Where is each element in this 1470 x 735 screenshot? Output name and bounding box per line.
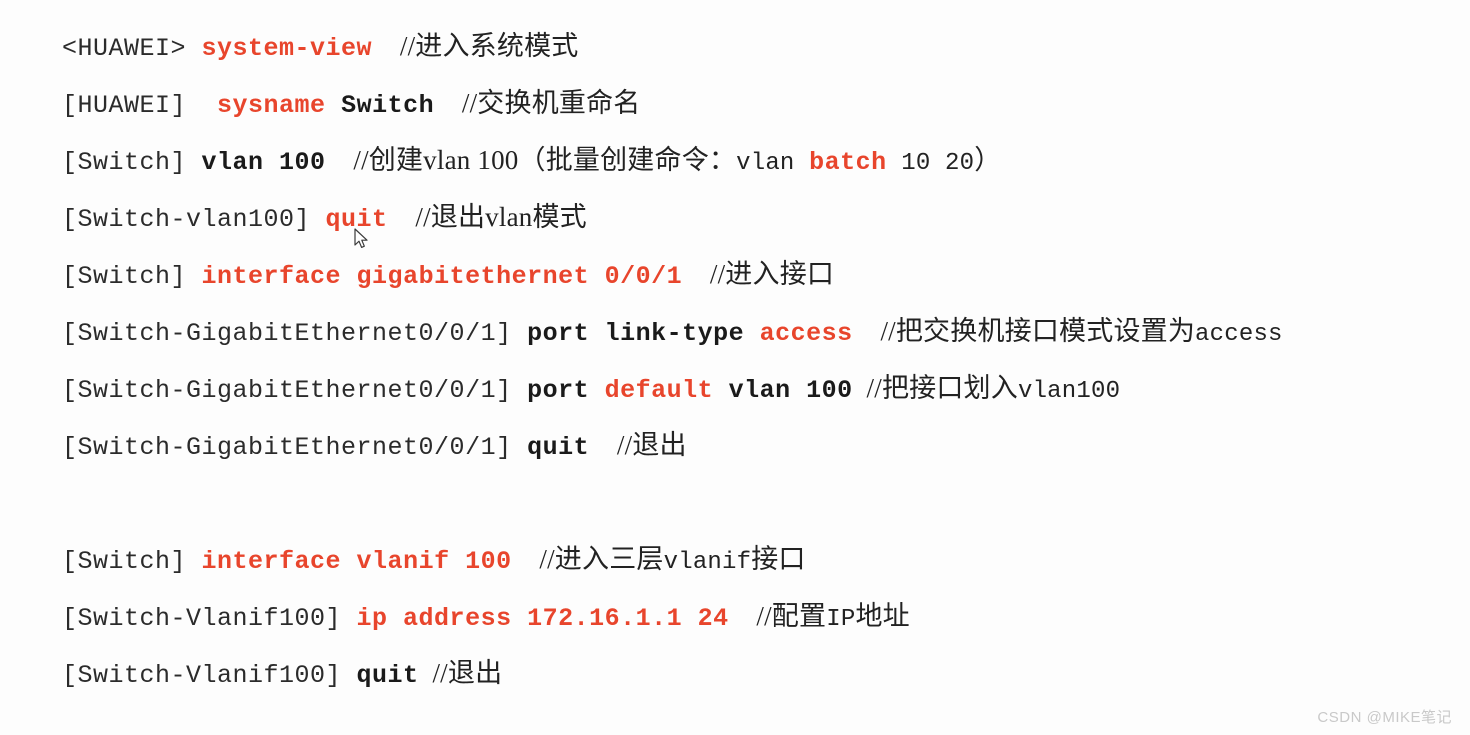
token-plain: port link-type — [527, 319, 760, 348]
code-line: [Switch-GigabitEthernet0/0/1] quit //退出 — [0, 417, 1470, 474]
code-line: [Switch-Vlanif100] ip address 172.16.1.1… — [0, 588, 1470, 645]
token-prompt: <HUAWEI> — [62, 34, 202, 63]
token-comment: //交换机重命名 — [434, 88, 641, 118]
token-comment: //进入三层 — [511, 544, 664, 574]
token-comment: //把接口划入 — [852, 373, 1018, 403]
terminal-transcript: <HUAWEI> system-view //进入系统模式 [HUAWEI] sy… — [0, 0, 1470, 735]
code-line: [Switch-GigabitEthernet0/0/1] port link-… — [0, 303, 1470, 360]
token-cmd: batch — [809, 148, 887, 177]
token-prompt: [Switch] — [62, 262, 202, 291]
token-prompt: [Switch-Vlanif100] — [62, 661, 357, 690]
token-prompt: [Switch-GigabitEthernet0/0/1] — [62, 376, 528, 405]
code-line: [Switch-Vlanif100] quit //退出 — [0, 645, 1470, 702]
token-comment: //退出 — [589, 430, 687, 460]
token-prompt: [Switch] — [62, 148, 202, 177]
token-comment: //进入接口 — [682, 259, 835, 289]
token-comment-mono: vlanif — [663, 549, 752, 576]
csdn-watermark: CSDN @MIKE笔记 — [1317, 709, 1452, 726]
token-cmd: ip address 172.16.1.1 24 — [356, 604, 729, 633]
code-line: <HUAWEI> system-view //进入系统模式 — [0, 18, 1470, 75]
token-cmd: access — [759, 319, 853, 348]
token-comment-mono: IP — [826, 606, 856, 633]
token-comment-mono: access — [1195, 321, 1283, 348]
token-cmd: system-view — [201, 34, 373, 63]
token-prompt: [Switch-GigabitEthernet0/0/1] — [62, 433, 528, 462]
token-cmd: interface gigabitethernet 0/0/1 — [201, 262, 683, 291]
token-cmd: quit — [325, 205, 388, 234]
token-comment: ） — [974, 145, 1002, 175]
token-plain: Switch — [325, 91, 435, 120]
token-prompt: [Switch-vlan100] — [62, 205, 326, 234]
code-line: [Switch] interface vlanif 100 //进入三层vlan… — [0, 531, 1470, 588]
code-line: [Switch] vlan 100 //创建vlan 100（批量创建命令：vl… — [0, 132, 1470, 189]
token-cmd: sysname — [217, 91, 326, 120]
token-cmd: interface vlanif 100 — [201, 547, 512, 576]
token-plain: port — [527, 376, 605, 405]
token-comment: 地址 — [855, 601, 910, 631]
token-plain: quit — [356, 661, 419, 690]
token-comment: //把交换机接口模式设置为 — [852, 316, 1196, 346]
token-comment: //配置 — [728, 601, 827, 631]
code-line: [Switch-GigabitEthernet0/0/1] port defau… — [0, 360, 1470, 417]
token-comment: 接口 — [751, 544, 806, 574]
token-plain: quit — [527, 433, 590, 462]
token-cmd: default — [604, 376, 714, 405]
token-comment-mono: 10 20 — [886, 150, 975, 177]
token-comment: //退出 — [418, 658, 503, 688]
token-prompt: [Switch] — [62, 547, 202, 576]
token-comment-mono: vlan100 — [1017, 378, 1121, 405]
token-prompt: [HUAWEI] — [62, 91, 218, 120]
code-line: [HUAWEI] sysname Switch //交换机重命名 — [0, 75, 1470, 132]
code-line: [Switch] interface gigabitethernet 0/0/1… — [0, 246, 1470, 303]
token-comment: //创建vlan 100（批量创建命令： — [325, 145, 737, 175]
token-comment: //进入系统模式 — [372, 31, 579, 61]
token-prompt: [Switch-GigabitEthernet0/0/1] — [62, 319, 528, 348]
token-plain: vlan 100 — [713, 376, 853, 405]
token-prompt: [Switch-Vlanif100] — [62, 604, 357, 633]
code-line: [Switch-vlan100] quit //退出vlan模式 — [0, 189, 1470, 246]
token-comment-mono: vlan — [736, 150, 810, 177]
token-comment: //退出vlan模式 — [387, 202, 587, 232]
token-plain: vlan 100 — [201, 148, 326, 177]
